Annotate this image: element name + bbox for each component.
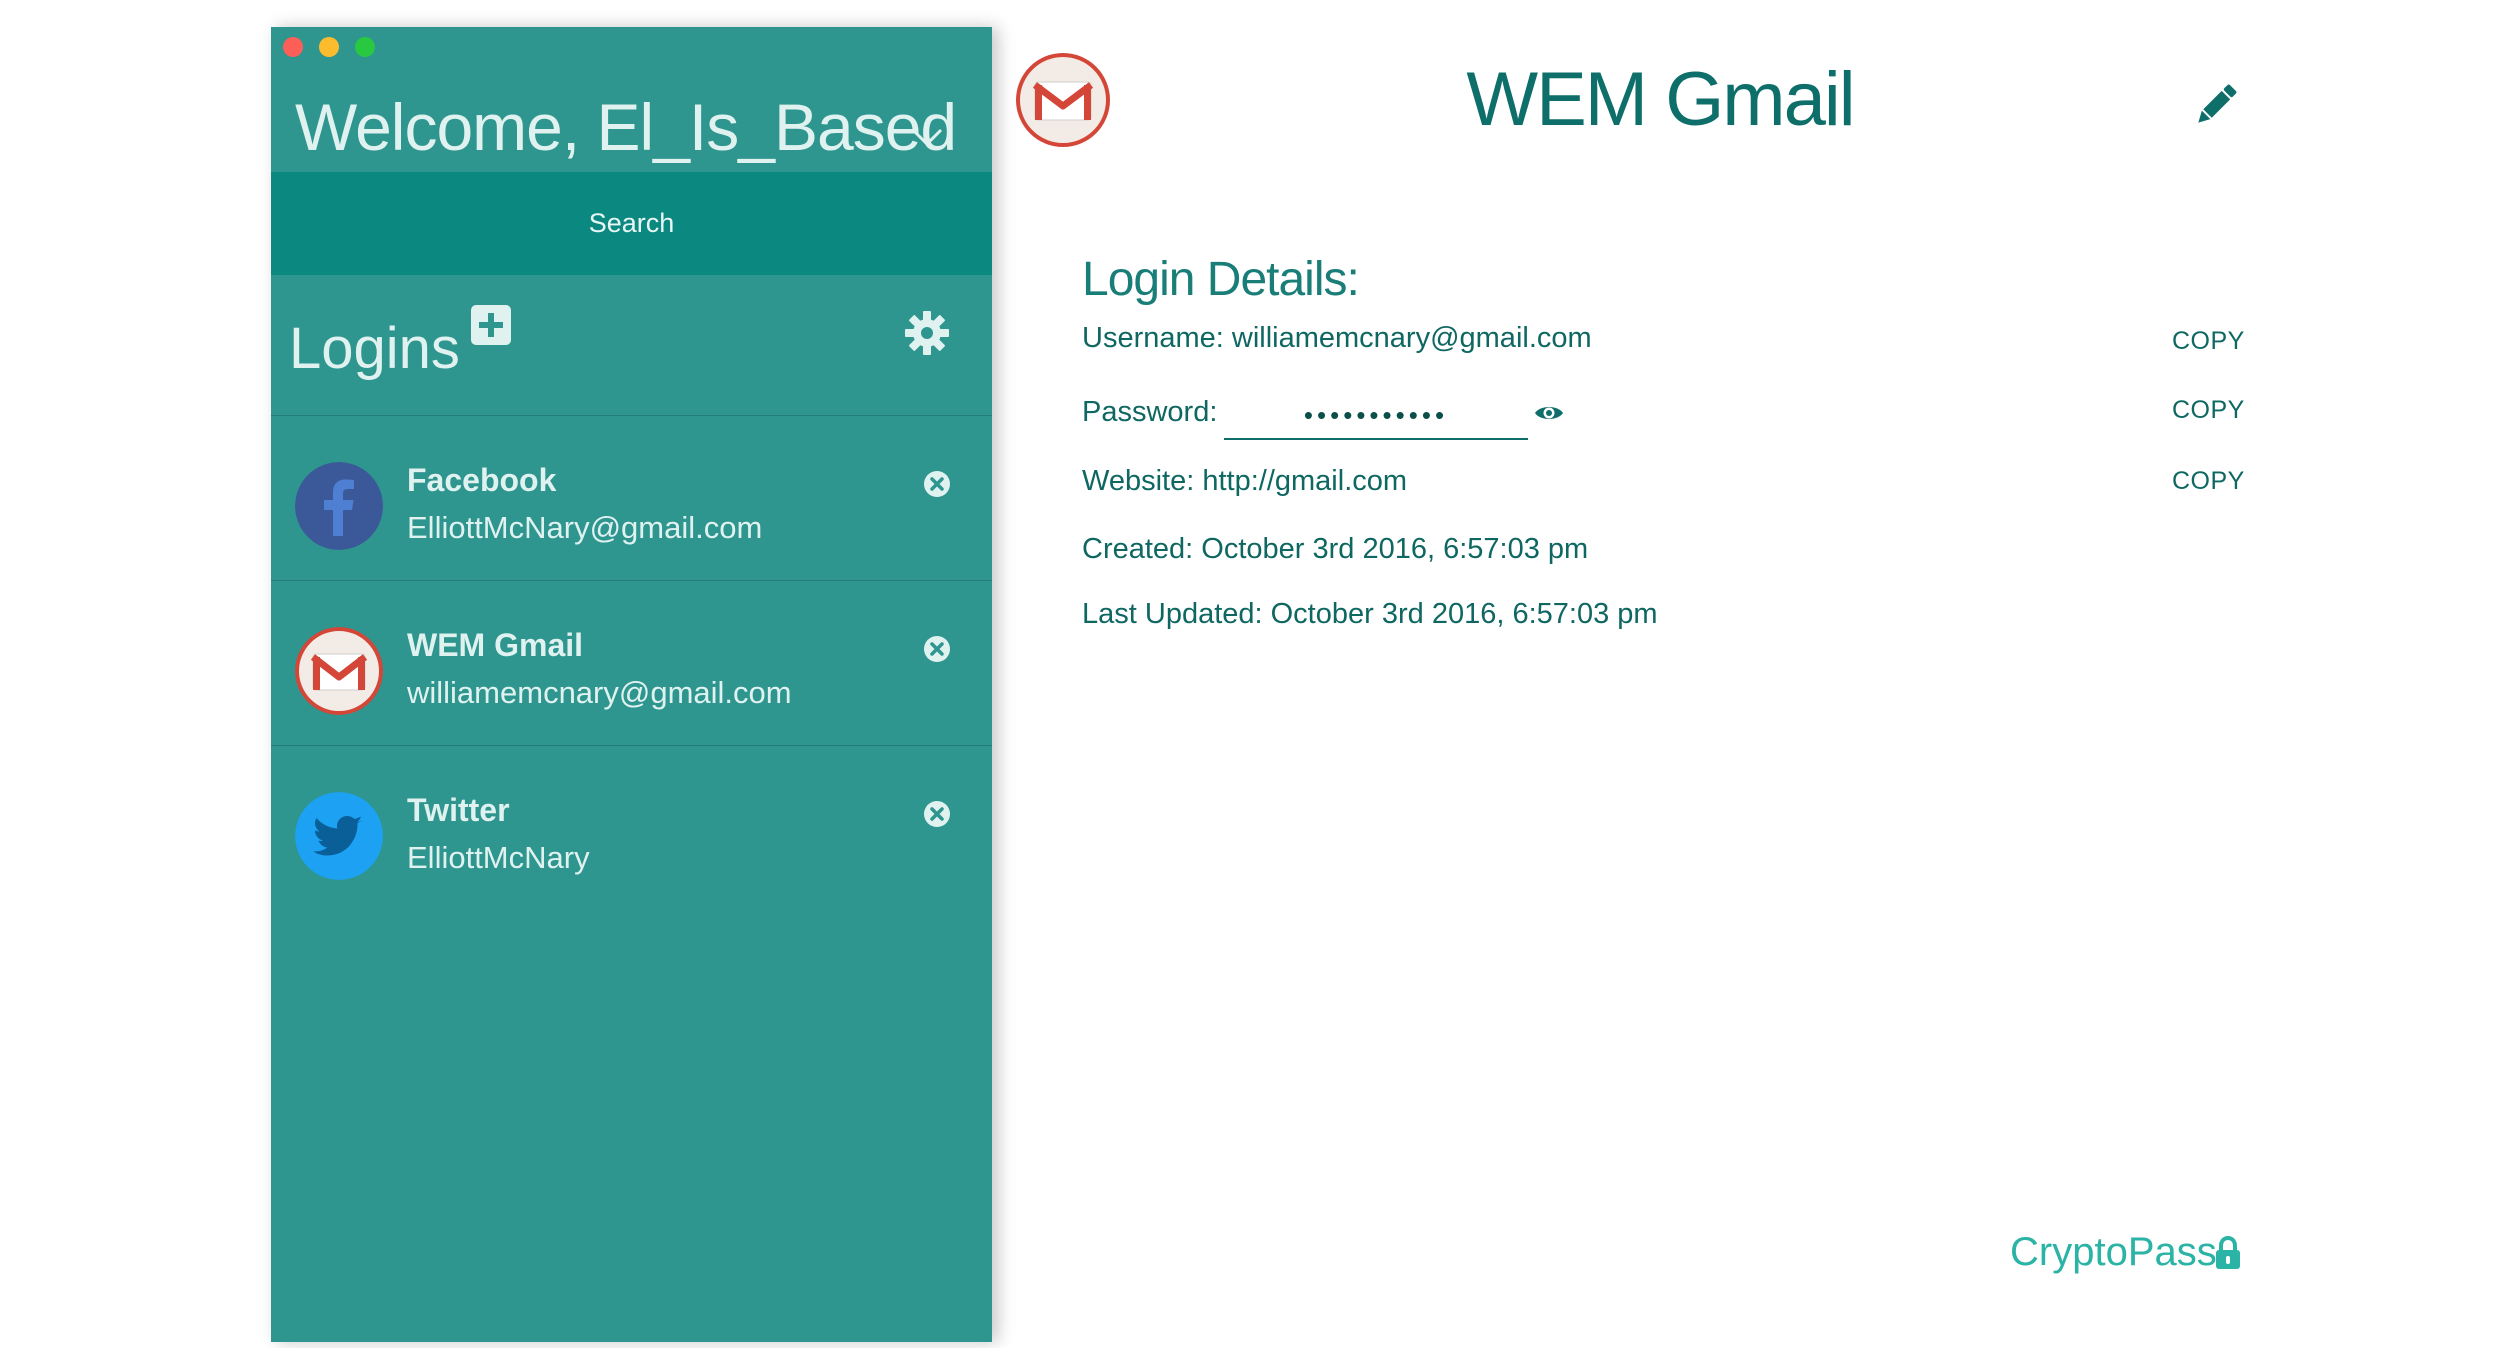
chevron-down-icon[interactable]: [909, 122, 945, 152]
close-window-button[interactable]: [283, 37, 303, 57]
username-field: Username: williamemcnary@gmail.com: [1082, 322, 1592, 354]
login-name: Twitter: [407, 792, 510, 828]
login-item-twitter[interactable]: Twitter ElliottMcNary: [271, 746, 992, 910]
gmail-logo-icon: [1016, 53, 1110, 147]
facebook-icon: [295, 462, 383, 550]
login-details-heading: Login Details:: [1082, 253, 1360, 306]
search-bar: [271, 171, 992, 276]
login-item-facebook[interactable]: Facebook ElliottMcNary@gmail.com: [271, 416, 992, 581]
logins-header: Logins: [271, 275, 992, 416]
logins-title: Logins: [289, 316, 460, 381]
login-username: ElliottMcNary: [407, 840, 590, 875]
zoom-window-button[interactable]: [355, 37, 375, 57]
delete-icon[interactable]: [923, 800, 951, 828]
password-label: Password:: [1082, 396, 1218, 428]
copy-website-button[interactable]: COPY: [2172, 467, 2245, 496]
created-timestamp: Created: October 3rd 2016, 6:57:03 pm: [1082, 533, 1589, 565]
gmail-icon: [295, 627, 383, 715]
lock-icon: [2216, 1236, 2240, 1269]
copy-password-button[interactable]: COPY: [2172, 396, 2245, 425]
settings-gear-icon[interactable]: [905, 311, 949, 355]
password-field[interactable]: [1224, 392, 1528, 440]
add-login-button[interactable]: [471, 305, 511, 345]
login-username: williamemcnary@gmail.com: [407, 675, 792, 710]
sidebar: Welcome, El_Is_Based Logins: [271, 27, 992, 1342]
website-field: Website: http://gmail.com: [1082, 465, 1408, 497]
delete-icon[interactable]: [923, 635, 951, 663]
delete-icon[interactable]: [923, 470, 951, 498]
search-input[interactable]: [271, 171, 992, 276]
login-title: WEM Gmail: [1466, 57, 1855, 142]
last-updated-timestamp: Last Updated: October 3rd 2016, 6:57:03 …: [1082, 598, 1658, 630]
login-name: WEM Gmail: [407, 627, 584, 663]
window-controls: [283, 37, 375, 57]
login-username: ElliottMcNary@gmail.com: [407, 510, 763, 545]
welcome-text: Welcome, El_Is_Based: [295, 90, 957, 164]
show-password-eye-icon[interactable]: [1534, 402, 1564, 424]
minimize-window-button[interactable]: [319, 37, 339, 57]
copy-username-button[interactable]: COPY: [2172, 327, 2245, 356]
edit-pencil-icon[interactable]: [2188, 77, 2244, 133]
login-item-wem-gmail[interactable]: WEM Gmail williamemcnary@gmail.com: [271, 581, 992, 746]
login-name: Facebook: [407, 462, 557, 498]
twitter-icon: [295, 792, 383, 880]
brand-name: CryptoPass: [2010, 1230, 2217, 1274]
